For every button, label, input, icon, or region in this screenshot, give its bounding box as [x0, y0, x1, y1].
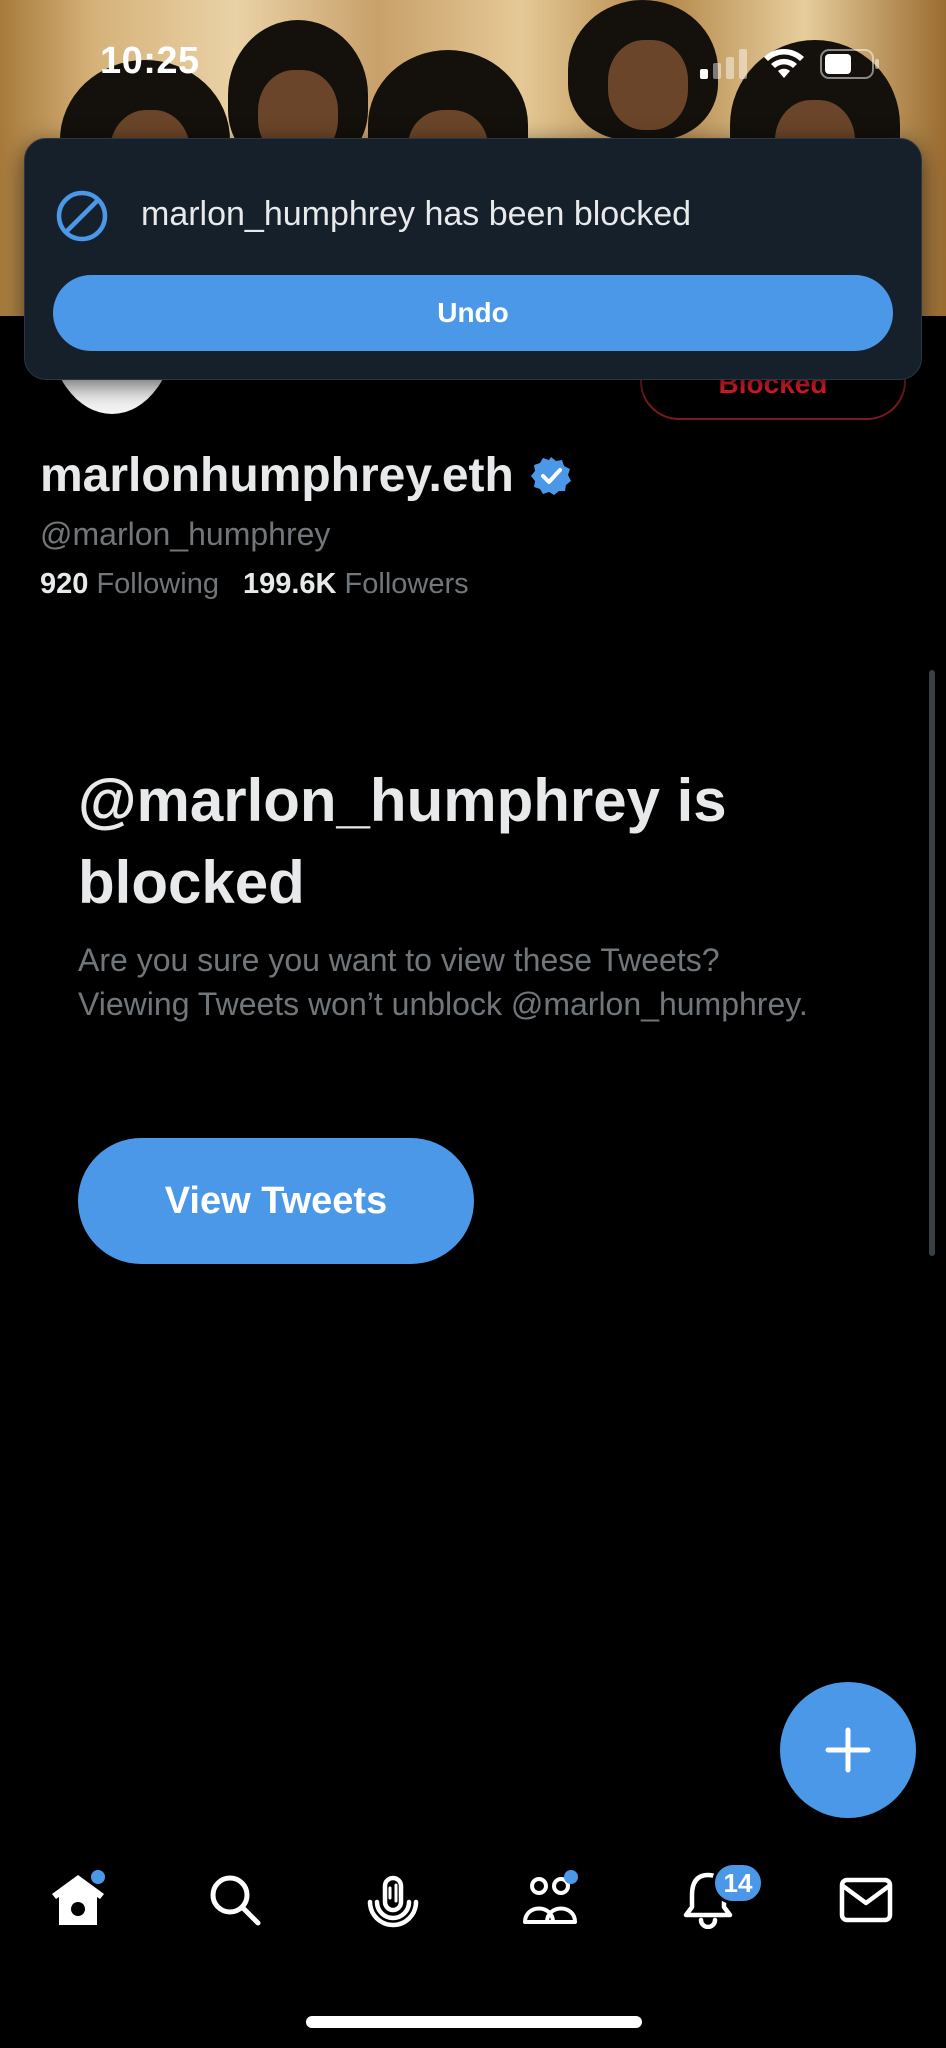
status-time: 10:25: [100, 40, 200, 82]
following-count: 920: [40, 568, 89, 600]
tab-spaces[interactable]: [353, 1860, 433, 1940]
blocked-description: Are you sure you want to view these Twee…: [78, 942, 808, 1022]
compose-tweet-button[interactable]: [780, 1682, 916, 1818]
bottom-tab-bar: [0, 1860, 946, 1950]
blocked-toast: marlon_humphrey has been blocked Undo: [24, 138, 922, 380]
profile-handle: @marlon_humphrey: [40, 516, 331, 552]
status-icons: [700, 48, 880, 80]
messages-icon: [839, 1877, 893, 1923]
search-icon: [210, 1875, 261, 1926]
blocked-title: @marlon_humphrey is blocked: [78, 767, 727, 916]
followers-label: Followers: [344, 568, 469, 600]
cellular-signal-icon: [700, 49, 747, 79]
scrollbar[interactable]: [929, 670, 935, 1256]
battery-icon: [820, 49, 879, 79]
undo-button[interactable]: Undo: [53, 275, 893, 351]
following-label: Following: [96, 568, 219, 600]
home-unread-dot: [91, 1870, 105, 1884]
tab-search[interactable]: [195, 1860, 275, 1940]
followers-count: 199.6K: [242, 568, 337, 600]
tab-communities[interactable]: [510, 1860, 590, 1940]
notifications-badge: 14: [712, 1862, 764, 1904]
tab-messages[interactable]: [826, 1860, 906, 1940]
view-tweets-button[interactable]: View Tweets: [78, 1138, 474, 1264]
followers-stat[interactable]: 199.6K Followers: [243, 568, 469, 601]
verified-badge-icon: [530, 456, 571, 495]
spaces-icon: [367, 1875, 419, 1928]
toast-message: marlon_humphrey has been blocked: [141, 195, 692, 233]
display-name-text: marlonhumphrey.eth: [40, 449, 514, 502]
home-indicator: [306, 2016, 642, 2028]
profile-stats: 920 Following 199.6K Followers: [40, 568, 469, 601]
communities-unread-dot: [564, 1870, 578, 1884]
tab-home[interactable]: [38, 1860, 118, 1940]
following-stat[interactable]: 920 Following: [40, 568, 219, 601]
block-icon: [56, 190, 108, 242]
profile-display-name: marlonhumphrey.eth: [40, 448, 572, 503]
wifi-icon: [764, 49, 804, 78]
plus-icon: [825, 1727, 871, 1773]
